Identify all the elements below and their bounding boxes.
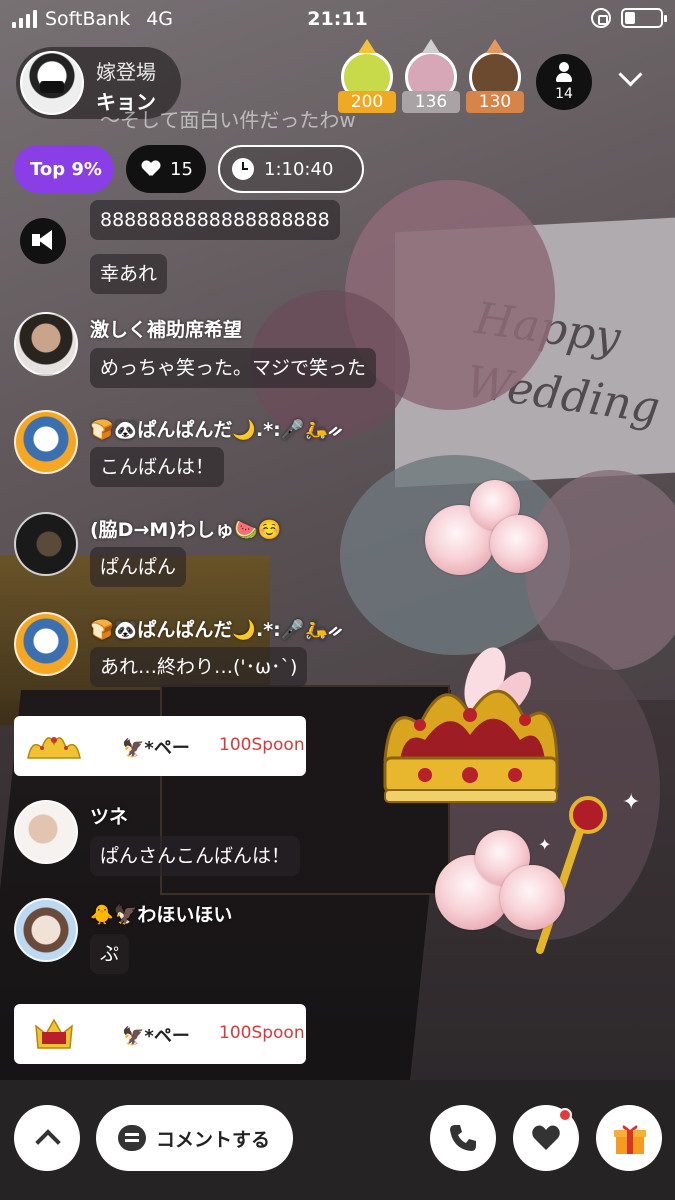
user-avatar[interactable]	[14, 512, 78, 576]
heart-icon	[532, 1125, 560, 1150]
user-avatar[interactable]	[14, 898, 78, 962]
collapse-chevron-down-icon[interactable]	[612, 60, 652, 100]
scroll-up-chevron-icon[interactable]	[14, 1105, 80, 1171]
rose-decoration	[490, 515, 548, 573]
call-button[interactable]	[430, 1105, 496, 1171]
top-fan-3[interactable]: 130	[466, 39, 524, 113]
rotation-lock-icon	[591, 8, 611, 28]
gift-amount: 100Spoon	[219, 1023, 305, 1043]
comment-button[interactable]: コメントする	[96, 1105, 293, 1171]
likes-counter[interactable]: 15	[126, 145, 206, 193]
user-avatar[interactable]	[14, 312, 78, 376]
crown-icon	[486, 39, 504, 53]
chat-username[interactable]: (脇D→M)わしゅ🍉☺️	[90, 515, 281, 542]
broadcast-duration: 1:10:40	[264, 158, 334, 180]
chat-message: 8888888888888888888	[90, 200, 340, 240]
gift-sender: 🦅*ペー	[122, 738, 190, 759]
heart-icon	[142, 161, 160, 177]
sparkle-icon: ✦	[622, 790, 641, 815]
user-avatar[interactable]	[14, 800, 78, 864]
phone-icon	[450, 1125, 476, 1151]
user-avatar[interactable]	[14, 410, 78, 474]
chat-message: こんばんは！	[90, 447, 225, 487]
gift-button[interactable]	[596, 1105, 662, 1171]
gift-sender: 🦅*ペー	[122, 1026, 190, 1047]
gift-notification[interactable]: 🦅*ペー 100Spoon	[14, 1004, 306, 1064]
top-fan-1[interactable]: 200	[338, 39, 396, 113]
chat-username[interactable]: 🍞🐼ぱんぱんだ🌙.*:🎤🛵ᨀ	[90, 415, 344, 442]
listeners-count: 14	[555, 86, 573, 102]
battery-icon	[621, 8, 667, 28]
top-rank-badge[interactable]: Top 9%	[14, 145, 114, 193]
gift-notification[interactable]: 🦅*ペー 100Spoon	[14, 716, 306, 776]
faded-comment: 〜そして面白い件だったわw	[100, 108, 356, 132]
likes-count: 15	[170, 158, 193, 180]
gift-amount: 100Spoon	[219, 735, 305, 755]
gift-box-icon	[614, 1125, 646, 1154]
top-fans-list: 200 136 130	[338, 39, 524, 113]
clock-icon	[232, 158, 254, 180]
host-avatar[interactable]	[20, 51, 84, 115]
top-rank-label: Top 9%	[30, 158, 102, 180]
chat-username[interactable]: 激しく補助席希望	[90, 315, 242, 342]
clock-time: 21:11	[307, 8, 368, 30]
host-subtitle: 嫁登場	[96, 60, 156, 84]
chat-username[interactable]: ツネ	[90, 802, 128, 829]
listeners-button[interactable]: 14	[536, 54, 592, 110]
rose-decoration	[500, 865, 565, 930]
sparkle-icon: ✦	[538, 835, 552, 854]
chat-message: ぱんさんこんばんは！	[90, 836, 301, 876]
top-fan-score: 136	[402, 91, 460, 113]
battery-level	[625, 12, 635, 24]
crown-icon	[35, 1018, 73, 1049]
megaphone-icon[interactable]	[20, 218, 66, 264]
chat-message: めっちゃ笑った。マジで笑った	[90, 348, 377, 388]
chat-message: あれ…終わり…('･ω･`)	[90, 647, 308, 687]
crown-icon	[422, 39, 440, 53]
chat-message: 幸あれ	[90, 254, 168, 294]
chat-username[interactable]: 🍞🐼ぱんぱんだ🌙.*:🎤🛵ᨀ	[90, 615, 344, 642]
top-fan-score: 130	[466, 91, 524, 113]
top-fan-2[interactable]: 136	[402, 39, 460, 113]
chat-message: ぷ	[90, 934, 130, 974]
comment-button-label: コメントする	[156, 1128, 271, 1151]
broadcast-timer: 1:10:40	[218, 145, 364, 193]
notification-badge	[558, 1108, 572, 1122]
chat-username[interactable]: 🐥🦅わほいほい	[90, 900, 232, 927]
person-icon	[556, 62, 572, 84]
chat-bubble-icon	[118, 1125, 146, 1151]
top-fan-score: 200	[338, 91, 396, 113]
crown-icon	[358, 39, 376, 53]
chat-message: ぱんぱん	[90, 547, 187, 587]
user-avatar[interactable]	[14, 612, 78, 676]
tiara-icon	[27, 737, 81, 759]
status-bar: SoftBank 4G 21:11	[0, 0, 675, 40]
